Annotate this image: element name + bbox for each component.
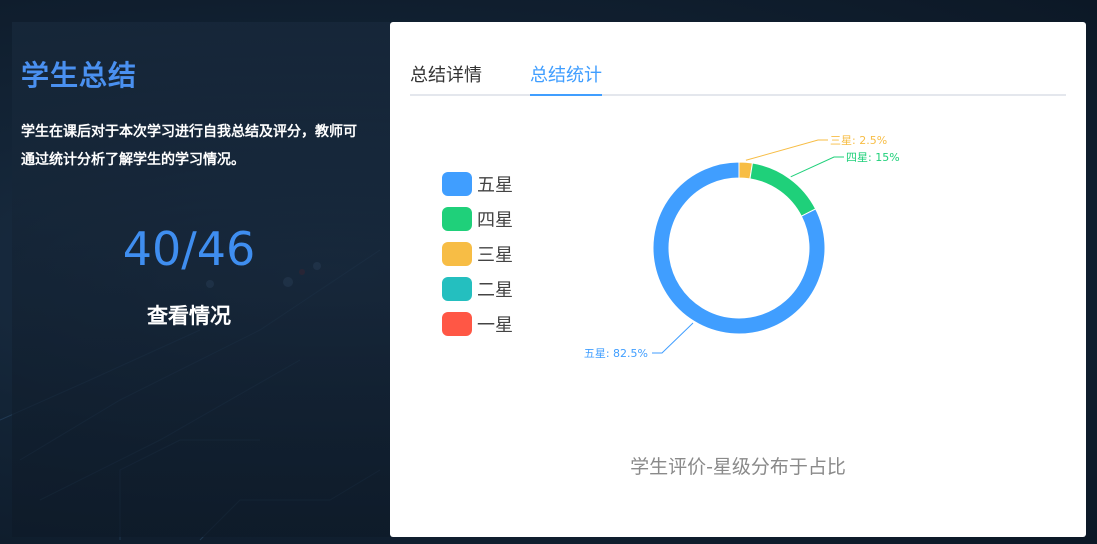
panel-title: 学生总结 [21, 59, 138, 92]
slice-label: 四星: 15% [846, 151, 900, 164]
chart-title: 学生评价-星级分布于占比 [630, 456, 846, 478]
leader-line [652, 322, 694, 354]
view-status-link[interactable]: 查看情况 [0, 300, 378, 330]
slice-label: 五星: 82.5% [584, 347, 648, 360]
leader-line [790, 156, 844, 178]
leader-line [745, 139, 828, 161]
panel-description: 学生在课后对于本次学习进行自我总结及评分，教师可通过统计分析了解学生的学习情况。 [21, 124, 357, 168]
slice-label: 三星: 2.5% [830, 134, 887, 147]
donut-slice-1[interactable] [749, 162, 817, 217]
statistics-card: 总结详情 总结统计 五星 四星 三星 二星 一星 三星: 2.5% 四星: 15%… [390, 22, 1086, 537]
submission-count: 40/46 [122, 222, 256, 276]
student-summary-panel [12, 22, 390, 537]
